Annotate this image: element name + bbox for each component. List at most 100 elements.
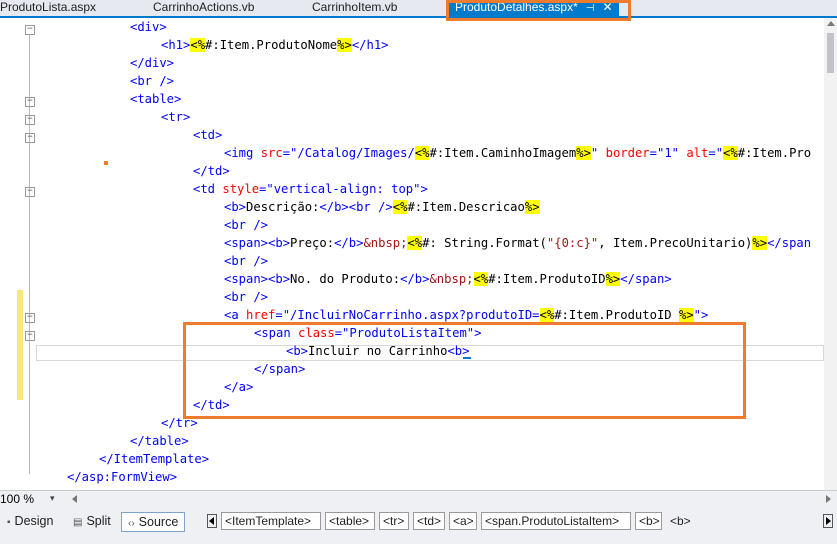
breadcrumb-left-icon[interactable] bbox=[207, 514, 217, 528]
code-token: </h1> bbox=[351, 38, 389, 52]
code-token: <% bbox=[539, 308, 555, 322]
code-token: No. do Produto: bbox=[290, 272, 401, 286]
code-token: <img bbox=[224, 146, 254, 160]
code-token: <% bbox=[473, 272, 489, 286]
source-icon: ‹› bbox=[128, 518, 135, 529]
code-token: %> bbox=[678, 308, 694, 322]
code-token: <a bbox=[224, 308, 239, 322]
vertical-scrollbar[interactable] bbox=[824, 18, 837, 490]
code-token: Descrição: bbox=[246, 200, 320, 214]
code-token: </asp:FormView> bbox=[67, 470, 178, 484]
code-line: <img src="/Catalog/Images/<%#:Item.Camin… bbox=[224, 144, 811, 162]
breadcrumb-item[interactable]: <a> bbox=[449, 512, 477, 530]
code-token: </span bbox=[767, 236, 812, 250]
code-token: <br /> bbox=[224, 218, 269, 232]
breadcrumb-item[interactable]: <tr> bbox=[379, 512, 409, 530]
code-token: <% bbox=[723, 146, 738, 160]
code-token: href bbox=[238, 308, 276, 322]
collapse-icon[interactable]: − bbox=[25, 25, 35, 35]
collapse-icon[interactable]: − bbox=[25, 115, 35, 125]
tab-produtolista[interactable]: ProdutoLista.aspx bbox=[0, 0, 96, 16]
chevron-down-icon[interactable]: ▾ bbox=[50, 493, 55, 504]
code-line: <td style="vertical-align: top"> bbox=[193, 180, 428, 198]
breadcrumb-right-icon[interactable] bbox=[823, 514, 833, 528]
tab-label: CarrinhoItem.vb bbox=[312, 0, 398, 14]
collapse-icon[interactable]: − bbox=[25, 187, 35, 197]
code-token: "{0:c}" bbox=[546, 236, 599, 250]
code-token: <span><b> bbox=[224, 272, 291, 286]
scroll-right-icon[interactable] bbox=[826, 495, 831, 503]
code-line: <tr> bbox=[161, 108, 190, 126]
change-tracking-bar bbox=[17, 290, 23, 400]
code-editor[interactable]: − − − − − − − <div> <h1><%#:Item.Produto… bbox=[0, 18, 824, 490]
design-label: Design bbox=[14, 514, 54, 528]
code-line: </ItemTemplate> bbox=[99, 450, 209, 468]
breadcrumb-item[interactable]: <span.ProdutoListaItem> bbox=[481, 512, 631, 530]
design-view-button[interactable]: ▪ Design bbox=[4, 512, 56, 530]
code-token: #:Item.Descricao bbox=[407, 200, 525, 214]
code-token: <div> bbox=[130, 20, 167, 34]
code-line: <span><b>Preço:</b>&nbsp;<%#: String.For… bbox=[224, 234, 811, 252]
split-icon: ▤ bbox=[73, 517, 83, 528]
code-line: <br /> bbox=[224, 288, 268, 306]
code-token: <% bbox=[414, 146, 430, 160]
tab-label: ProdutoLista.aspx bbox=[0, 0, 97, 14]
code-token: %> bbox=[576, 146, 591, 160]
code-token: style bbox=[215, 182, 260, 196]
code-token: &nbsp; bbox=[429, 272, 474, 286]
code-token: <span><b> bbox=[224, 236, 291, 250]
code-line: </asp:FormView> bbox=[67, 468, 177, 486]
source-label: Source bbox=[138, 515, 179, 529]
tab-carrinhoactions[interactable]: CarrinhoActions.vb bbox=[153, 0, 254, 16]
code-token: <br /> bbox=[130, 74, 175, 88]
document-tab-strip: ProdutoLista.aspx CarrinhoActions.vb Car… bbox=[0, 0, 837, 18]
tab-carrinhoitem[interactable]: CarrinhoItem.vb bbox=[312, 0, 397, 16]
code-line: <span><b>No. do Produto:</b>&nbsp;<%#:It… bbox=[224, 270, 672, 288]
breadcrumb-item[interactable]: <b> bbox=[666, 512, 696, 530]
code-token: ="1" bbox=[649, 146, 679, 160]
code-token: <% bbox=[392, 200, 408, 214]
code-line: <br /> bbox=[224, 216, 268, 234]
collapse-icon[interactable]: − bbox=[25, 331, 35, 341]
breadcrumb-item[interactable]: <td> bbox=[413, 512, 445, 530]
code-token: %> bbox=[605, 272, 621, 286]
code-token: <b> bbox=[224, 200, 247, 214]
source-view-button[interactable]: ‹› Source bbox=[121, 512, 186, 532]
code-token: "> bbox=[693, 308, 709, 322]
code-token: </td> bbox=[193, 164, 230, 178]
split-view-button[interactable]: ▤ Split bbox=[70, 512, 114, 530]
code-line: <table> bbox=[130, 90, 181, 108]
code-token: <td bbox=[193, 182, 216, 196]
code-token: border bbox=[598, 146, 650, 160]
breadcrumb-item[interactable]: <table> bbox=[325, 512, 375, 530]
code-token: </b> bbox=[400, 272, 430, 286]
breadcrumb-item[interactable]: <ItemTemplate> bbox=[221, 512, 321, 530]
code-token: #:Item.CaminhoImagem bbox=[429, 146, 577, 160]
code-token: &nbsp; bbox=[363, 236, 408, 250]
code-token: <tr> bbox=[161, 110, 191, 124]
code-token: </b> bbox=[334, 236, 364, 250]
code-line: </td> bbox=[193, 162, 230, 180]
split-label: Split bbox=[86, 514, 111, 528]
code-token: </table> bbox=[130, 434, 189, 448]
code-token: %> bbox=[524, 200, 540, 214]
scrollbar-thumb[interactable] bbox=[827, 33, 834, 73]
code-token: </span> bbox=[620, 272, 672, 286]
collapse-icon[interactable]: − bbox=[25, 133, 35, 143]
scroll-up-icon[interactable] bbox=[827, 21, 835, 26]
code-token: <br /> bbox=[224, 290, 269, 304]
zoom-level[interactable]: 100 % bbox=[0, 492, 34, 506]
code-token: <% bbox=[190, 38, 206, 52]
collapse-icon[interactable]: − bbox=[25, 97, 35, 107]
code-token: #: String.Format( bbox=[422, 236, 547, 250]
code-token: </ItemTemplate> bbox=[99, 452, 210, 466]
code-line: <b>Descrição:</b><br /><%#:Item.Descrica… bbox=[224, 198, 540, 216]
editor-margin bbox=[0, 18, 24, 490]
code-line: <div> bbox=[130, 18, 167, 36]
breadcrumb-item[interactable]: <b> bbox=[635, 512, 662, 530]
code-token: %> bbox=[752, 236, 768, 250]
code-token: </b><br /> bbox=[319, 200, 393, 214]
collapse-icon[interactable]: − bbox=[25, 313, 35, 323]
scroll-left-icon[interactable] bbox=[72, 495, 77, 503]
design-icon: ▪ bbox=[7, 517, 11, 528]
